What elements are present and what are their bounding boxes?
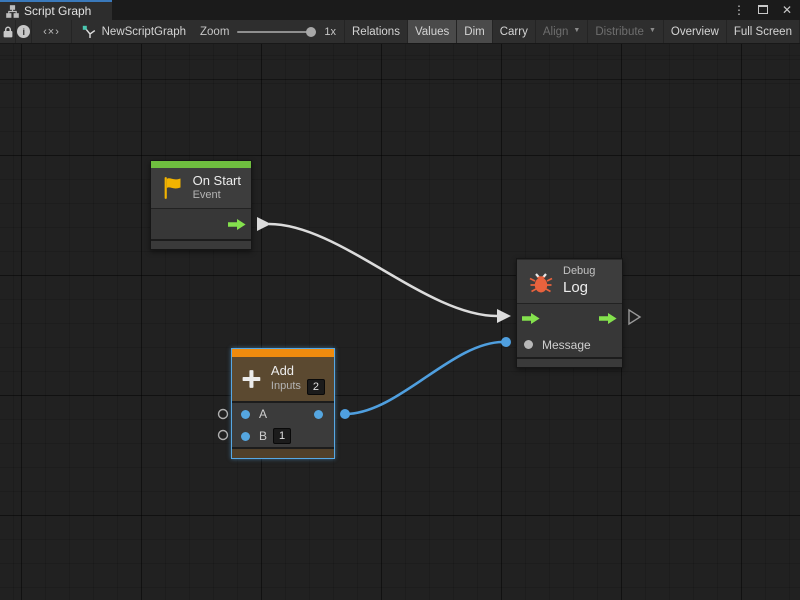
zoom-label: Zoom [200,26,229,38]
info-icon: i [17,25,30,38]
node-title: Add [271,363,325,379]
node-on-start[interactable]: On Start Event [150,160,252,250]
flow-input-arrow-icon[interactable] [522,313,540,324]
toolbar-button-carry[interactable]: Carry [493,20,536,43]
toolbar-button-overview[interactable]: Overview [664,20,727,43]
flow-output-arrow-icon[interactable] [228,219,246,230]
port-a-input[interactable] [241,410,250,419]
port-a-label: A [259,407,267,421]
graph-toolbar: i ‹×› NewScriptGraph Zoom 1x Relations V… [0,20,800,44]
on-start-flow-row [151,209,251,239]
chevron-down-icon: ▼ [649,27,656,34]
log-header: Debug Log [517,259,622,303]
window-menu-icon[interactable]: ⋮ [732,0,746,20]
log-flow-row [517,304,622,332]
zoom-value: 1x [324,26,336,38]
node-subtitle: Event [193,189,241,203]
add-port-b-row: B 1 [232,425,334,447]
log-exit-external-triangle[interactable] [629,310,640,324]
zoom-slider-handle[interactable] [306,27,316,37]
node-title: On Start [193,173,241,189]
toolbar-button-relations[interactable]: Relations [345,20,408,43]
wire-add-to-message[interactable] [345,342,503,414]
port-b-value-field[interactable]: 1 [273,428,291,444]
toolbar-button-distribute[interactable]: Distribute ▼ [588,20,664,43]
toolbar-button-align[interactable]: Align ▼ [536,20,589,43]
flow-exit-arrow-icon[interactable] [599,313,617,324]
zoom-slider[interactable] [237,31,316,33]
graph-asset-breadcrumb[interactable]: NewScriptGraph [72,20,193,43]
onstart-output-arrowhead[interactable] [257,217,271,231]
inputs-count-field[interactable]: 2 [307,379,325,395]
code-icon: ‹×› [43,26,60,38]
graph-hierarchy-icon [6,5,19,18]
tab-script-graph[interactable]: Script Graph [0,0,112,20]
add-port-b-external-circle[interactable] [219,431,228,440]
node-surtitle: Debug [563,265,595,279]
graph-name: NewScriptGraph [102,26,186,38]
window-controls: ⋮ ✕ [732,0,798,20]
message-port[interactable] [524,340,533,349]
add-header: Add Inputs 2 [232,357,334,401]
message-port-label: Message [542,338,591,352]
log-message-row: Message [517,332,622,357]
close-icon[interactable]: ✕ [780,0,794,20]
on-start-header: On Start Event [151,168,251,208]
zoom-control: Zoom 1x [193,20,345,43]
add-port-a-external-circle[interactable] [219,410,228,419]
add-footer [232,447,334,458]
add-color-bar [232,349,334,357]
event-color-bar [151,161,251,168]
message-wire-dot[interactable] [501,337,511,347]
toolbar-button-values[interactable]: Values [408,20,457,43]
add-result-wire-dot[interactable] [340,409,350,419]
maximize-icon[interactable] [756,0,770,20]
add-port-a-row: A [232,403,334,425]
node-debug-log[interactable]: Debug Log Message [516,258,623,368]
node-add[interactable]: Add Inputs 2 A B 1 [231,348,335,459]
toolbar-button-fullscreen[interactable]: Full Screen [727,20,800,43]
chevron-down-icon: ▼ [573,27,580,34]
script-graph-asset-icon [82,25,96,39]
node-title: Log [563,279,595,298]
wires-layer [0,44,800,600]
log-footer [517,357,622,367]
lock-button[interactable] [0,20,16,43]
on-start-footer [151,239,251,249]
graph-canvas[interactable]: On Start Event [0,44,800,600]
add-result-output-port[interactable] [314,410,323,419]
edit-source-button[interactable]: ‹×› [32,20,71,43]
port-b-input[interactable] [241,432,250,441]
port-b-label: B [259,429,267,443]
toolbar-button-dim[interactable]: Dim [457,20,492,43]
lock-icon [2,25,14,39]
bug-icon [527,268,555,296]
node-subtitle: Inputs [271,380,301,394]
script-graph-window: Script Graph ⋮ ✕ i ‹×› NewScriptGraph [0,0,800,600]
wire-onstart-to-log[interactable] [269,224,497,316]
info-button[interactable]: i [16,20,32,43]
title-bar: Script Graph ⋮ ✕ [0,0,800,20]
plus-icon [241,366,262,392]
log-input-arrowhead[interactable] [497,309,511,323]
tab-title: Script Graph [24,4,91,18]
flag-icon [161,174,185,202]
